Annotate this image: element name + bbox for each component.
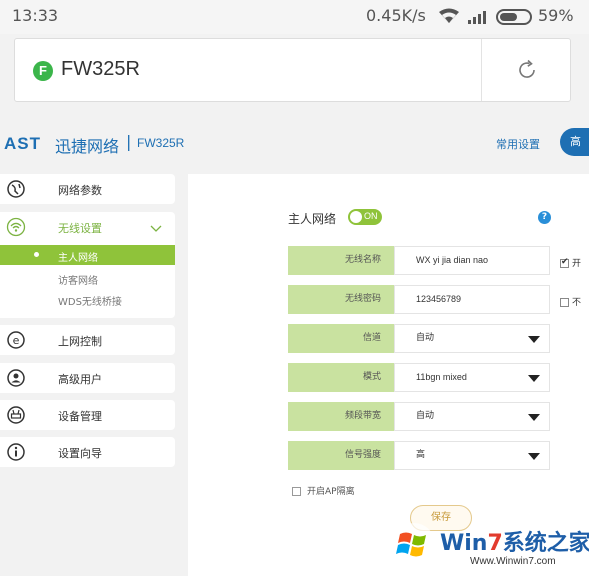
password-input[interactable]: 123456789	[394, 285, 550, 314]
watermark-title: Win7系统之家	[440, 525, 589, 557]
bandwidth-select[interactable]: 自动	[394, 402, 550, 431]
browser-toolbar: F FW325R	[0, 34, 589, 110]
sidebar-item-label: 上网控制	[58, 335, 102, 348]
router-device-icon	[6, 405, 26, 425]
bandwidth-label: 频段带宽	[288, 402, 394, 431]
sidebar-item-device-management[interactable]: 设备管理	[0, 400, 175, 430]
sidebar-item-setup-wizard[interactable]: 设置向导	[0, 437, 175, 467]
password-side-checkbox[interactable]: 不	[560, 295, 589, 308]
wifi-settings-icon	[6, 217, 26, 237]
watermark-title-number: 7	[487, 531, 503, 556]
page-title: 主人网络	[288, 212, 337, 226]
status-time: 13:33	[12, 6, 59, 25]
signal-icon	[468, 8, 490, 28]
mode-row: 模式 11bgn mixed	[288, 363, 550, 392]
sidebar-item-wireless-settings[interactable]: 无线设置	[0, 212, 175, 242]
ssid-row: 无线名称 WX yi jia dian nao	[288, 246, 550, 275]
brand-separator: |	[126, 132, 132, 151]
sidebar-item-label: 设备管理	[58, 410, 102, 423]
toggle-label: ON	[364, 211, 378, 221]
watermark-title-prefix: Win	[440, 531, 488, 556]
battery-icon	[496, 9, 532, 25]
dropdown-caret-icon[interactable]	[528, 375, 540, 382]
address-divider	[481, 39, 482, 101]
globe-icon	[6, 179, 26, 199]
bandwidth-row: 频段带宽 自动	[288, 402, 550, 431]
password-label: 无线密码	[288, 285, 394, 314]
sidebar: 网络参数 无线设置 主人网络 访客网络 WDS无线桥接 e 上网控制 高级用户	[0, 174, 175, 576]
status-bar: 13:33 0.45K/s 59%	[0, 0, 589, 34]
ssid-label: 无线名称	[288, 246, 394, 275]
ssid-side-checkbox[interactable]: 开	[560, 256, 589, 269]
main-network-toggle[interactable]: ON	[348, 209, 382, 225]
tab-common-settings[interactable]: 常用设置	[496, 136, 540, 152]
brand-name: 迅捷网络	[55, 137, 120, 156]
channel-select[interactable]: 自动	[394, 324, 550, 353]
sidebar-item-network-params[interactable]: 网络参数	[0, 174, 175, 204]
site-watermark: Win7系统之家 Www.Winwin7.com	[392, 516, 589, 576]
password-side-checkbox-label: 不	[572, 298, 582, 308]
password-row: 无线密码 123456789	[288, 285, 550, 314]
dropdown-caret-icon[interactable]	[528, 336, 540, 343]
mode-select[interactable]: 11bgn mixed	[394, 363, 550, 392]
sidebar-subitem-guest-network[interactable]: 访客网络	[58, 272, 98, 287]
checkbox-checked-icon	[560, 257, 569, 268]
ssid-input[interactable]: WX yi jia dian nao	[394, 246, 550, 275]
info-icon	[6, 442, 26, 462]
sidebar-subitem-main-network[interactable]: 主人网络	[0, 245, 175, 265]
sidebar-item-label: 高级用户	[58, 373, 102, 386]
ap-isolation-label: 开启AP隔离	[307, 487, 355, 497]
sidebar-item-advanced-user[interactable]: 高级用户	[0, 363, 175, 393]
battery-percentage: 59%	[538, 6, 574, 25]
ssid-side-checkbox-label: 开	[572, 259, 582, 269]
ap-isolation-checkbox[interactable]: 开启AP隔离	[292, 484, 355, 497]
sidebar-group-wireless: 无线设置 主人网络 访客网络 WDS无线桥接	[0, 212, 175, 318]
mode-label: 模式	[288, 363, 394, 392]
router-model: FW325R	[137, 136, 185, 150]
brand-logo: AST	[4, 134, 41, 153]
dropdown-caret-icon[interactable]	[528, 453, 540, 460]
dropdown-caret-icon[interactable]	[528, 414, 540, 421]
watermark-title-suffix: 系统之家	[502, 531, 589, 556]
sidebar-subitem-label: 主人网络	[58, 253, 98, 264]
sidebar-item-label: 无线设置	[58, 222, 102, 235]
sidebar-item-internet-control[interactable]: e 上网控制	[0, 325, 175, 355]
router-header: AST 迅捷网络 | FW325R 常用设置 高	[0, 110, 589, 174]
address-bar[interactable]: F FW325R	[14, 38, 571, 102]
svg-text:e: e	[13, 334, 20, 347]
checkbox-unchecked-icon	[560, 298, 569, 307]
sidebar-item-label: 设置向导	[58, 447, 102, 460]
channel-row: 信道 自动	[288, 324, 550, 353]
toggle-knob	[350, 211, 362, 223]
signal-strength-select[interactable]: 高	[394, 441, 550, 470]
chevron-down-icon[interactable]	[150, 220, 162, 232]
watermark-url: Www.Winwin7.com	[470, 556, 556, 567]
checkbox-unchecked-icon	[292, 487, 301, 496]
status-net-speed: 0.45K/s	[366, 6, 426, 25]
refresh-icon[interactable]	[515, 58, 539, 82]
sidebar-item-label: 网络参数	[58, 184, 102, 197]
internet-e-icon: e	[6, 330, 26, 350]
user-icon	[6, 368, 26, 388]
active-dot-icon	[34, 252, 39, 257]
wifi-icon	[438, 8, 460, 28]
tab-advanced-settings[interactable]: 高	[560, 128, 589, 156]
page-url-title[interactable]: FW325R	[61, 58, 140, 81]
help-icon[interactable]: ?	[538, 211, 551, 224]
signal-strength-row: 信号强度 高	[288, 441, 550, 470]
site-favicon-icon: F	[33, 61, 53, 81]
signal-strength-label: 信号强度	[288, 441, 394, 470]
sidebar-subitem-wds[interactable]: WDS无线桥接	[58, 293, 122, 308]
channel-label: 信道	[288, 324, 394, 353]
windows-logo-icon	[392, 522, 436, 566]
